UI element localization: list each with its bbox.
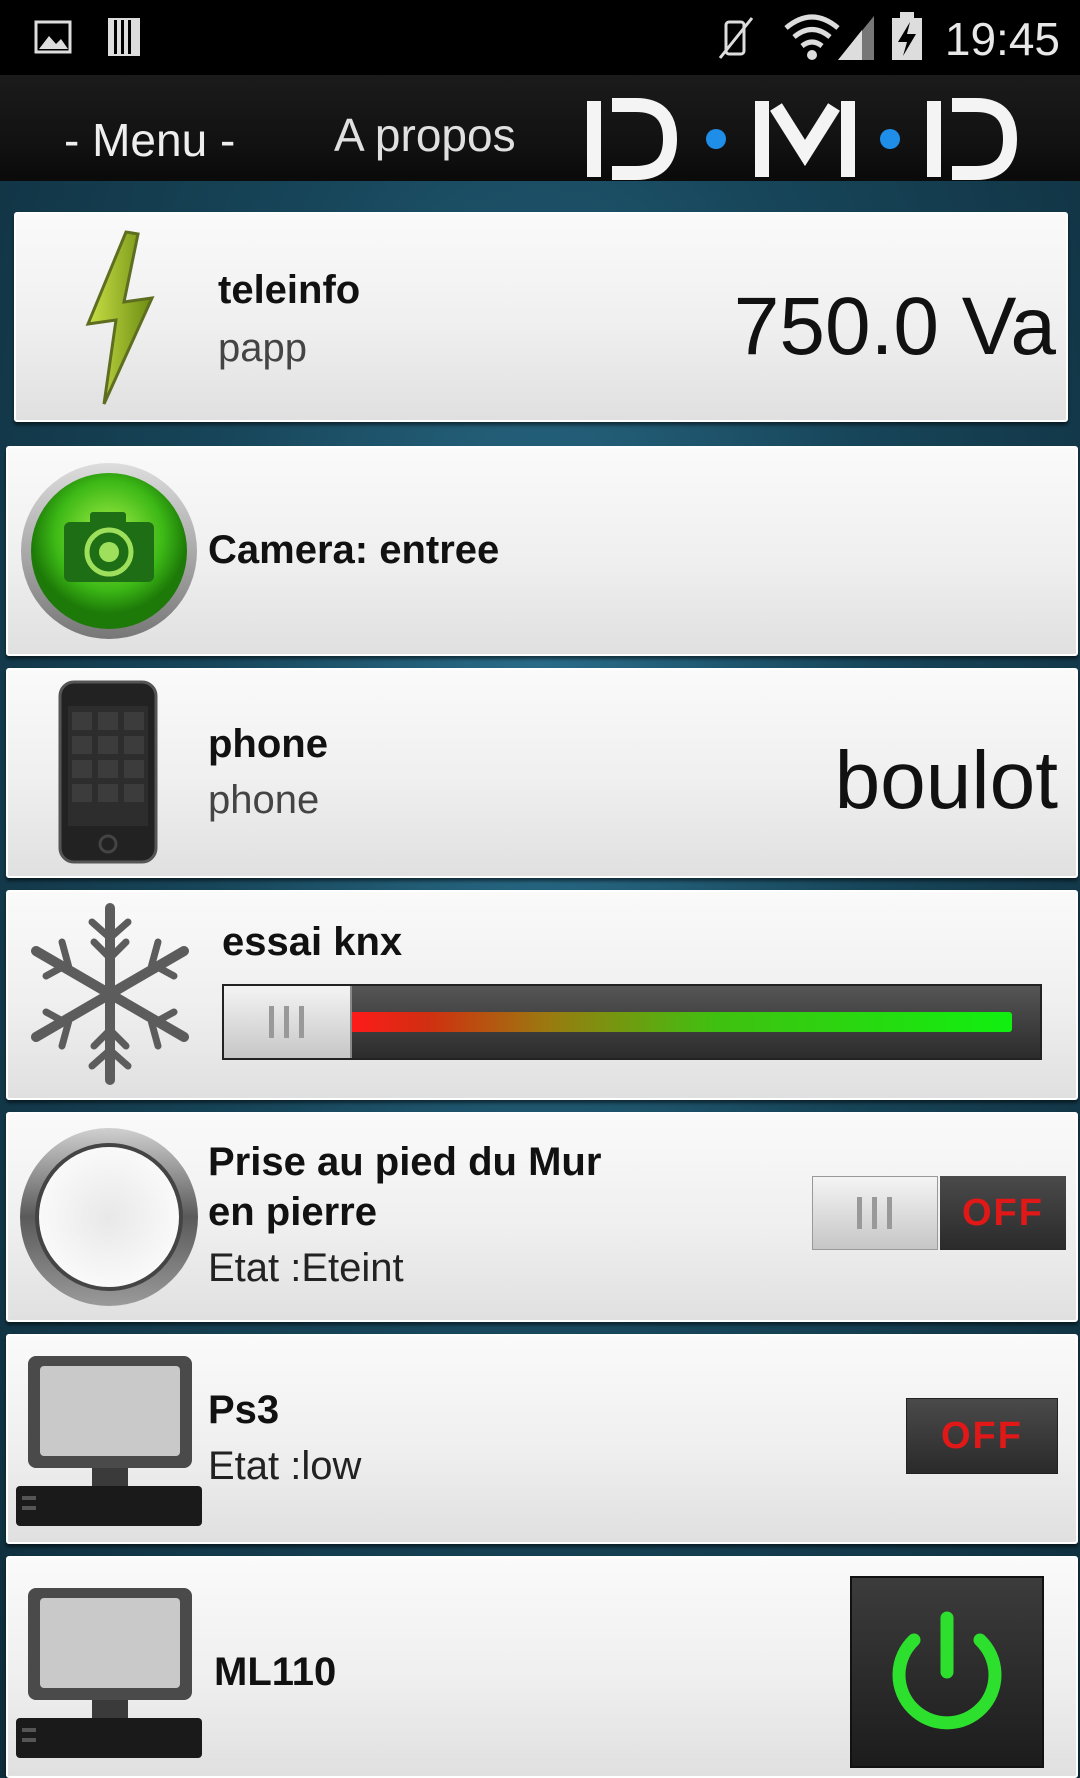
device-state: Etat :low xyxy=(208,1444,362,1488)
slider-track-fill xyxy=(350,1012,1012,1032)
computer-icon xyxy=(16,1356,202,1526)
power-icon xyxy=(892,1611,1002,1730)
camera-icon xyxy=(21,463,197,639)
phone-icon xyxy=(58,680,158,864)
computer-icon xyxy=(16,1588,202,1758)
device-title-line2: en pierre xyxy=(208,1190,377,1234)
device-title: phone xyxy=(208,722,328,766)
about-button[interactable]: A propos xyxy=(334,108,516,162)
power-button[interactable] xyxy=(850,1576,1044,1768)
device-title-line1: Prise au pied du Mur xyxy=(208,1140,602,1184)
menu-button[interactable]: - Menu - xyxy=(64,113,235,167)
clock: 19:45 xyxy=(944,13,1060,65)
dmd-logo xyxy=(587,98,1018,180)
toggle-thumb xyxy=(812,1176,938,1250)
device-subtitle: papp xyxy=(218,326,307,370)
device-title: teleinfo xyxy=(218,268,361,312)
toggle-off-label: OFF xyxy=(940,1176,1066,1250)
wifi-icon xyxy=(784,14,840,60)
device-card-ps3[interactable]: Ps3 Etat :low OFF xyxy=(6,1334,1078,1544)
slider-thumb[interactable] xyxy=(224,986,352,1058)
device-state: Etat :Eteint xyxy=(208,1246,404,1290)
status-bar: 19:45 xyxy=(0,0,1080,75)
outlet-icon xyxy=(20,1128,198,1306)
image-icon xyxy=(34,20,72,54)
device-card-knx[interactable]: essai knx xyxy=(6,890,1078,1100)
device-card-teleinfo[interactable]: teleinfo papp 750.0 Va xyxy=(14,212,1068,422)
vibrate-off-icon xyxy=(718,17,754,59)
device-card-camera[interactable]: Camera: entree xyxy=(6,446,1078,656)
device-card-ml110[interactable]: ML110 xyxy=(6,1556,1078,1778)
device-title: ML110 xyxy=(214,1650,337,1694)
on-off-toggle[interactable]: OFF xyxy=(812,1176,1066,1250)
sd-card-icon xyxy=(108,18,140,56)
device-title: essai knx xyxy=(222,920,403,964)
device-card-prise[interactable]: Prise au pied du Mur en pierre Etat :Ete… xyxy=(6,1112,1078,1322)
device-title: Camera: entree xyxy=(208,528,500,572)
action-bar: - Menu - A propos xyxy=(0,75,1080,181)
device-subtitle: phone xyxy=(208,778,320,822)
device-value: 750.0 Va xyxy=(733,281,1056,372)
snowflake-icon xyxy=(31,903,189,1085)
level-slider[interactable] xyxy=(222,984,1042,1060)
device-title: Ps3 xyxy=(208,1388,280,1432)
signal-icon xyxy=(838,16,874,60)
on-off-toggle[interactable]: OFF xyxy=(906,1398,1058,1474)
device-card-phone[interactable]: phone phone boulot xyxy=(6,668,1078,878)
device-value: boulot xyxy=(834,735,1058,826)
lightning-icon xyxy=(85,230,155,405)
battery-charging-icon xyxy=(892,12,922,60)
